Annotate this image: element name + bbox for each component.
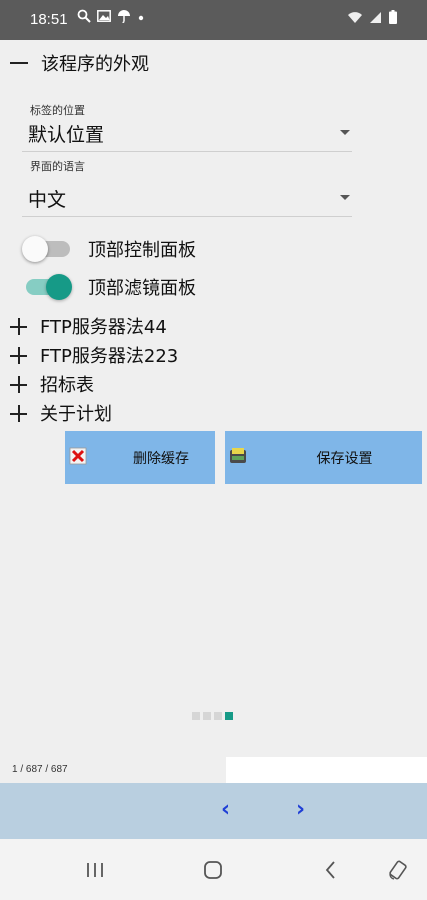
page-dot[interactable] xyxy=(203,712,211,720)
recent-apps-button[interactable] xyxy=(80,855,110,885)
rotate-icon xyxy=(389,860,407,880)
switch-thumb xyxy=(22,236,48,262)
page-counter: 1 / 687 / 687 xyxy=(12,764,68,775)
home-icon xyxy=(204,861,222,879)
rotate-screen-button[interactable] xyxy=(383,855,413,885)
language-value: 中文 xyxy=(28,189,67,211)
tab-position-select[interactable]: 默认位置 xyxy=(22,116,352,152)
blank-panel xyxy=(226,757,427,783)
top-filter-panel-label: 顶部滤镜面板 xyxy=(88,278,196,299)
expand-plus-icon xyxy=(10,317,27,335)
language-select[interactable]: 中文 xyxy=(22,181,352,217)
top-control-panel-label: 顶部控制面板 xyxy=(88,240,196,261)
expand-item-bid-table[interactable]: 招标表 xyxy=(10,371,94,397)
expand-item-label: FTP服务器法44 xyxy=(40,317,167,338)
top-filter-panel-switch[interactable] xyxy=(22,273,74,301)
page-dot[interactable] xyxy=(192,712,200,720)
battery-icon xyxy=(389,10,397,30)
dot-icon xyxy=(137,10,145,28)
section-title: 该程序的外观 xyxy=(41,54,149,75)
top-control-panel-switch[interactable] xyxy=(22,235,74,263)
collapse-icon xyxy=(10,62,28,64)
appearance-section-header[interactable]: 该程序的外观 xyxy=(10,50,149,76)
expand-plus-icon xyxy=(10,375,27,393)
system-navigation-bar xyxy=(0,839,427,900)
pager-nav-panel: ‹ › xyxy=(0,783,427,839)
expand-item-label: 关于计划 xyxy=(40,404,112,425)
page-indicator xyxy=(192,712,233,720)
search-icon xyxy=(77,9,91,29)
save-settings-button[interactable]: 保存设置 xyxy=(225,431,422,484)
clear-cache-button[interactable]: 删除缓存 xyxy=(65,431,215,484)
expand-item-label: 招标表 xyxy=(40,375,94,396)
back-button[interactable] xyxy=(316,855,346,885)
expand-item-ftp-44[interactable]: FTP服务器法44 xyxy=(10,313,167,339)
dropdown-arrow-icon xyxy=(340,195,350,200)
tab-position-value: 默认位置 xyxy=(28,124,105,146)
expand-item-ftp-223[interactable]: FTP服务器法223 xyxy=(10,342,178,368)
page-dot-active[interactable] xyxy=(225,712,233,720)
wifi-icon xyxy=(347,11,363,30)
page-dot[interactable] xyxy=(214,712,222,720)
switch-thumb xyxy=(46,274,72,300)
prev-page-button[interactable]: ‹ xyxy=(221,797,230,822)
next-page-button[interactable]: › xyxy=(296,797,305,822)
signal-icon xyxy=(370,11,382,30)
top-filter-panel-toggle-row[interactable]: 顶部滤镜面板 xyxy=(22,272,196,302)
expand-item-about-plan[interactable]: 关于计划 xyxy=(10,400,112,426)
dropdown-arrow-icon xyxy=(340,130,350,135)
status-bar: 18:51 xyxy=(0,0,427,40)
expand-item-label: FTP服务器法223 xyxy=(40,346,179,367)
image-icon xyxy=(97,10,111,28)
top-control-panel-toggle-row[interactable]: 顶部控制面板 xyxy=(22,234,196,264)
language-label: 界面的语言 xyxy=(30,160,85,173)
expand-plus-icon xyxy=(10,404,27,422)
status-time: 18:51 xyxy=(30,11,68,28)
umbrella-icon xyxy=(117,9,131,29)
recent-apps-icon xyxy=(87,863,103,877)
home-button[interactable] xyxy=(198,855,228,885)
clear-cache-label: 删除缓存 xyxy=(133,450,189,467)
status-icons-right xyxy=(347,10,397,30)
save-settings-label: 保存设置 xyxy=(316,450,373,467)
back-icon xyxy=(325,861,335,879)
status-icons-left xyxy=(77,9,145,29)
expand-plus-icon xyxy=(10,346,27,364)
